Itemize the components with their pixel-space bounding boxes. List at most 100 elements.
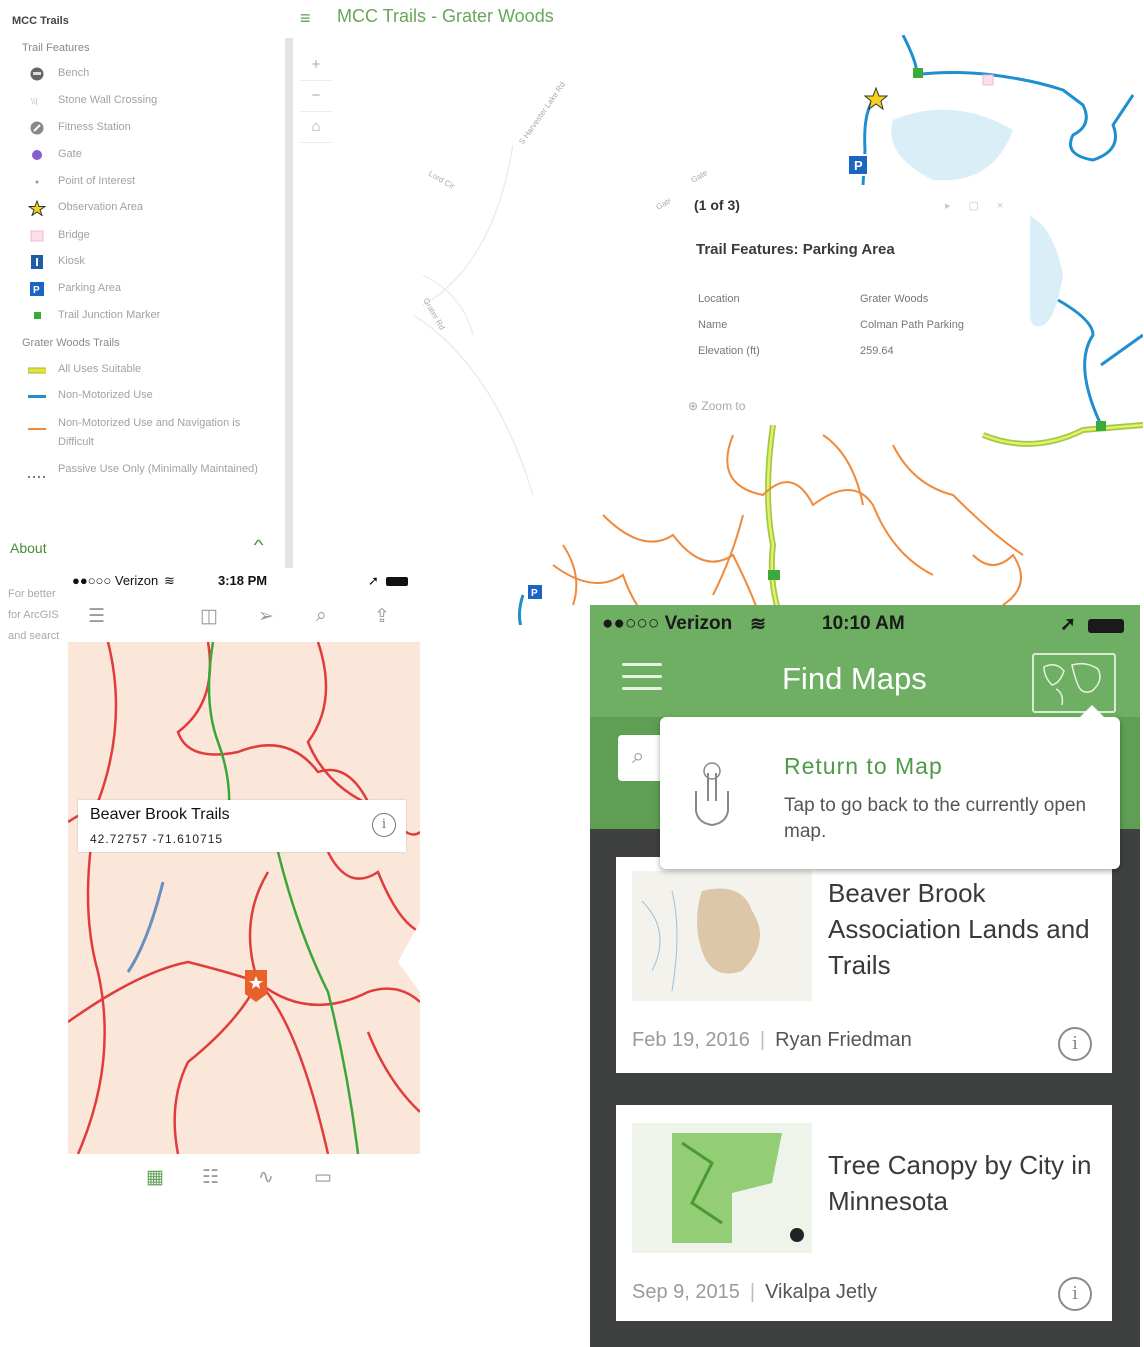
road-label: Grater Rd — [421, 297, 446, 332]
carrier-label: ●●○○○ Verizon — [602, 613, 733, 634]
location-arrow-icon: ➚ — [368, 573, 379, 588]
legend-item-bridge: Bridge — [0, 226, 280, 246]
wifi-icon: ≋ — [164, 573, 175, 588]
legend-item-all-uses: All Uses Suitable — [0, 360, 280, 380]
card-date: Feb 19, 2016 — [632, 1029, 750, 1051]
zoom-out-button[interactable]: − — [300, 81, 332, 112]
phone-large: ●●○○○ Verizon ≋ 10:10 AM ➚ Find Maps ⌕ B… — [590, 605, 1140, 1347]
battery-icon — [1088, 619, 1124, 633]
card-author: Ryan Friedman — [775, 1029, 912, 1051]
legend-item-navigation-difficult: Non-Motorized Use and Navigation is Diff… — [0, 414, 280, 454]
card-title: Tree Canopy by City in Minnesota — [828, 1150, 1092, 1216]
legend-item-passive-use: Passive Use Only (Minimally Maintained) — [0, 460, 280, 500]
divider: | — [749, 1281, 756, 1303]
popup-field-value: Grater Woods — [860, 293, 929, 305]
card-title: Beaver Brook Association Lands and Trail… — [828, 878, 1090, 980]
parking-icon-letter: P — [531, 588, 538, 599]
about-toggle[interactable]: About — [10, 540, 47, 556]
legend-item-non-motorized: Non-Motorized Use — [0, 386, 280, 406]
nav-title: Find Maps — [782, 661, 927, 696]
phone-map[interactable] — [68, 642, 420, 1154]
dashed-line-icon — [28, 468, 46, 482]
return-to-map-tooltip[interactable]: Return to Map Tap to go back to the curr… — [660, 705, 1120, 869]
book-icon[interactable]: ◫ — [200, 605, 218, 628]
zoom-to-link[interactable]: ⊕ Zoom to — [688, 399, 745, 413]
map-card[interactable]: Tree Canopy by City in Minnesota Sep 9, … — [616, 1105, 1112, 1321]
bridge-icon — [28, 229, 46, 243]
bench-icon — [28, 67, 46, 81]
legend-heading-trail-features: Trail Features — [22, 42, 90, 54]
callout-coordinates: 42.72757 -71.610715 — [90, 832, 224, 846]
chevron-up-icon[interactable]: ^ — [254, 537, 264, 554]
zoom-in-button[interactable]: + — [300, 50, 332, 81]
gate-icon — [28, 148, 46, 162]
legend-item-kiosk: Kiosk — [0, 252, 280, 272]
about-text: For better for ArcGIS and searct — [8, 588, 60, 642]
callout-title: Beaver Brook Trails — [90, 806, 230, 823]
divider: | — [759, 1029, 766, 1051]
card-date: Sep 9, 2015 — [632, 1281, 740, 1303]
tooltip-body: Tap to go back to the currently open map… — [784, 795, 1087, 842]
road-label: Gate — [690, 168, 710, 185]
share-icon[interactable]: ⇪ — [374, 605, 390, 628]
menu-icon[interactable]: ≡ — [300, 8, 311, 29]
status-time: 3:18 PM — [218, 573, 268, 588]
fitness-station-icon — [28, 121, 46, 135]
ruler-icon[interactable]: ▭ — [314, 1166, 332, 1189]
popup-field-key: Elevation (ft) — [698, 345, 760, 357]
blue-line-icon — [28, 389, 46, 403]
battery-icon — [386, 577, 408, 586]
status-time: 10:10 AM — [822, 613, 905, 634]
world-map-icon[interactable] — [1032, 653, 1116, 713]
card-author: Vikalpa Jetly — [765, 1281, 877, 1303]
popup-field-value: 259.64 — [860, 345, 894, 357]
wifi-icon: ≋ — [750, 614, 766, 635]
map-callout[interactable]: Beaver Brook Trails 42.72757 -71.610715 … — [78, 800, 406, 852]
map-pin-icon[interactable] — [243, 968, 269, 1004]
legend-item-observation-area: Observation Area — [0, 198, 280, 218]
tooltip-caret — [1080, 705, 1104, 717]
junction-marker-icon[interactable] — [1096, 421, 1106, 431]
pond — [891, 109, 1013, 181]
star-icon — [28, 200, 46, 216]
popup-field-key: Name — [698, 319, 728, 331]
junction-marker-icon[interactable] — [913, 68, 923, 78]
road-label: Lord Cir — [427, 169, 456, 191]
legend-item-point-of-interest: Point of Interest — [0, 172, 280, 192]
measure-icon[interactable]: ∿ — [258, 1166, 274, 1189]
sidebar-title: MCC Trails — [12, 15, 69, 27]
navigate-icon[interactable]: ➢ — [258, 605, 274, 628]
menu-icon[interactable]: ☰ — [88, 605, 105, 628]
map-card[interactable]: Beaver Brook Association Lands and Trail… — [616, 857, 1112, 1073]
home-button[interactable]: ⌂ — [300, 112, 332, 143]
location-arrow-icon: ➚ — [1060, 614, 1076, 635]
legend-sidebar: MCC Trails Trail Features Bench \\| Ston… — [0, 0, 285, 570]
sidebar-scrollbar[interactable] — [285, 38, 293, 568]
legend-item-stone-wall-crossing: \\| Stone Wall Crossing — [0, 91, 280, 111]
yellow-line-icon — [28, 363, 46, 377]
info-icon[interactable]: i — [1058, 1027, 1092, 1061]
search-icon: ⌕ — [632, 743, 645, 768]
bridge-icon[interactable] — [982, 74, 994, 86]
card-meta: Feb 19, 2016 | Ryan Friedman — [632, 1029, 912, 1052]
card-meta: Sep 9, 2015 | Vikalpa Jetly — [632, 1281, 877, 1304]
basemap-icon[interactable]: ▦ — [146, 1166, 164, 1189]
popup-field-value: Colman Path Parking — [860, 319, 964, 331]
menu-icon[interactable] — [622, 663, 662, 699]
tap-hand-icon — [695, 762, 729, 827]
legend-heading-trails: Grater Woods Trails — [22, 337, 120, 349]
info-icon[interactable]: i — [372, 813, 396, 837]
junction-marker-icon — [28, 309, 46, 323]
map-thumbnail — [632, 871, 812, 1001]
popup-controls[interactable]: ▸▢× — [945, 199, 1021, 212]
junction-marker-icon[interactable] — [768, 570, 780, 580]
info-icon[interactable]: i — [1058, 1277, 1092, 1311]
road-label: S Harvester Lake Rd — [517, 80, 567, 146]
map-zoom-controls: + − ⌂ — [300, 50, 332, 170]
svg-text:P: P — [33, 285, 40, 296]
legend-icon[interactable]: ☷ — [202, 1166, 219, 1189]
legend-item-bench: Bench — [0, 64, 280, 84]
stone-wall-icon: \\| — [28, 94, 46, 108]
orange-line-icon — [28, 422, 46, 436]
search-icon[interactable]: ⌕ — [316, 605, 327, 627]
